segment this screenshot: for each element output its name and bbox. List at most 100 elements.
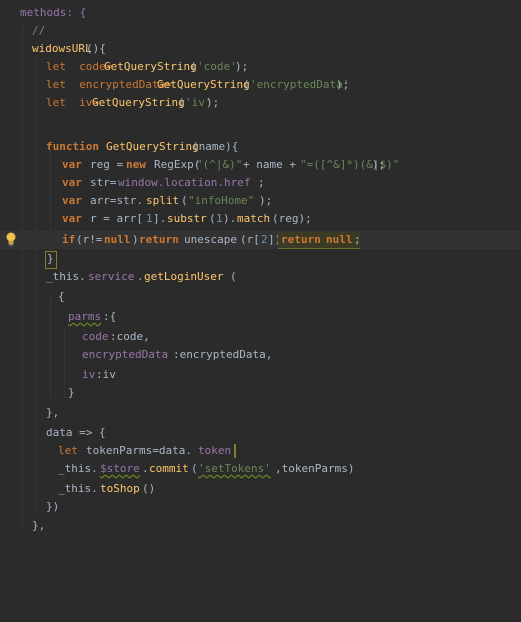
code-line[interactable]: code :code, (0, 328, 521, 346)
code-token: (reg); (272, 212, 312, 225)
code-token: ) (132, 233, 139, 246)
code-line[interactable]: parms :{ (0, 308, 521, 326)
code-editor[interactable]: methods: { // widowsURL (){ let code= Ge… (0, 0, 521, 538)
code-token: var (62, 212, 89, 225)
code-line[interactable]: let code= GetQueryString ( 'code' ); (0, 58, 521, 76)
code-line[interactable]: _this. service . getLoginUser ( (0, 268, 521, 286)
code-token: let (58, 444, 85, 457)
code-token: str= (90, 176, 117, 189)
object-key: iv (82, 368, 96, 381)
code-line[interactable]: }, (0, 404, 521, 422)
code-token: tokenParms=data. (86, 444, 192, 457)
code-line[interactable]: encryptedData :encryptedData, (0, 346, 521, 364)
code-line[interactable]: _this. $store . commit ( 'setTokens' ,to… (0, 460, 521, 478)
code-token: _this. (58, 482, 98, 495)
code-token: service (88, 270, 135, 283)
code-line[interactable]: var str= window.location.href ; (0, 174, 521, 192)
code-token: }) (46, 500, 60, 513)
comment: // (32, 24, 46, 37)
code-line[interactable]: iv :iv (0, 366, 521, 384)
number-literal: 1 (216, 212, 223, 225)
code-line[interactable]: // (0, 22, 521, 40)
code-token: ); (259, 194, 273, 207)
code-token: r = arr[ (90, 212, 143, 225)
code-line[interactable]: data => { (0, 424, 521, 442)
code-token: var (62, 176, 89, 189)
code-token: new (126, 158, 153, 171)
code-token: ( (190, 60, 197, 73)
number-literal: 2 (261, 233, 268, 246)
string-literal: 'code' (197, 60, 237, 73)
number-literal: 1 (146, 212, 153, 225)
code-line[interactable]: var reg = new RegExp( "(^|&)" + name + "… (0, 156, 521, 174)
code-token: ); (235, 60, 249, 73)
code-token: if (62, 233, 76, 246)
code-token: let code= (46, 60, 113, 73)
code-token: :encryptedData, (173, 348, 273, 361)
lightbulb-icon[interactable] (5, 232, 17, 246)
code-token: arr=str. (90, 194, 143, 207)
code-token: ); (372, 158, 386, 171)
object-key: encryptedData (82, 348, 169, 361)
function-name: GetQueryString (106, 140, 199, 153)
function-call: GetQueryString (92, 96, 185, 109)
code-line[interactable]: var r = arr[ 1 ]. substr ( 1 ). match (r… (0, 210, 521, 228)
code-token: function (46, 140, 106, 153)
string-literal: 'encryptedData' (250, 78, 350, 91)
code-token: (r[ (240, 233, 260, 246)
function-call: commit (149, 462, 189, 475)
function-call: unescape (184, 233, 237, 246)
code-token: ( (230, 270, 237, 283)
code-line[interactable]: methods: { (0, 4, 521, 22)
code-token: _this. (58, 462, 98, 475)
code-token: _this. (46, 270, 86, 283)
code-line[interactable]: } (0, 384, 521, 402)
code-line[interactable]: { (0, 288, 521, 306)
code-line[interactable]: }, (0, 517, 521, 535)
code-token: ; (258, 176, 265, 189)
string-literal: "infoHome" (188, 194, 255, 207)
code-token: ( (209, 212, 216, 225)
code-token: . (137, 270, 144, 283)
code-line[interactable]: function GetQueryString (name){ (0, 138, 521, 156)
string-literal: 'setTokens' (198, 462, 271, 475)
code-token: (){ (86, 42, 106, 55)
code-token: ); (206, 96, 220, 109)
code-token: ( (191, 462, 198, 475)
code-token: } (68, 386, 75, 399)
function-call: getLoginUser (144, 270, 224, 283)
object-key: parms (68, 310, 102, 323)
code-token: } (47, 252, 54, 265)
code-token: window.location.href (118, 176, 251, 189)
code-line[interactable]: } (0, 250, 521, 269)
code-token: ). (223, 212, 237, 225)
code-line[interactable]: let tokenParms=data. token (0, 442, 521, 460)
code-line[interactable]: _this. toShop () (0, 480, 521, 498)
function-call: split (146, 194, 180, 207)
code-line[interactable]: widowsURL (){ (0, 40, 521, 58)
code-token: ( (243, 78, 250, 91)
text-caret (234, 444, 236, 458)
code-token: () (142, 482, 156, 495)
code-token: ]. (153, 212, 167, 225)
code-token: }, (46, 406, 60, 419)
code-token: ( (181, 194, 188, 207)
code-line[interactable]: var arr=str. split ( "infoHome" ); (0, 192, 521, 210)
code-token: RegExp( (154, 158, 201, 171)
code-token: null (326, 233, 353, 246)
code-line-current[interactable]: if (r!= null ) return unescape (r[ 2 ]);… (0, 231, 521, 249)
code-token: data => { (46, 426, 106, 439)
code-token: (r!= (76, 233, 103, 246)
code-token: null (104, 233, 131, 246)
code-line[interactable]: let encryptedData= GetQueryString ( 'enc… (0, 76, 521, 94)
function-call: substr (167, 212, 207, 225)
code-line[interactable]: }) (0, 498, 521, 516)
code-token: ,tokenParms) (275, 462, 355, 475)
code-token: var (62, 194, 89, 207)
code-token: ( (178, 96, 185, 109)
code-line[interactable]: let iv= GetQueryString ( 'iv' ); (0, 94, 521, 112)
code-token: + name + (243, 158, 296, 171)
code-token: reg = (90, 158, 130, 171)
code-token: . (142, 462, 149, 475)
code-token: :{ (103, 310, 117, 323)
